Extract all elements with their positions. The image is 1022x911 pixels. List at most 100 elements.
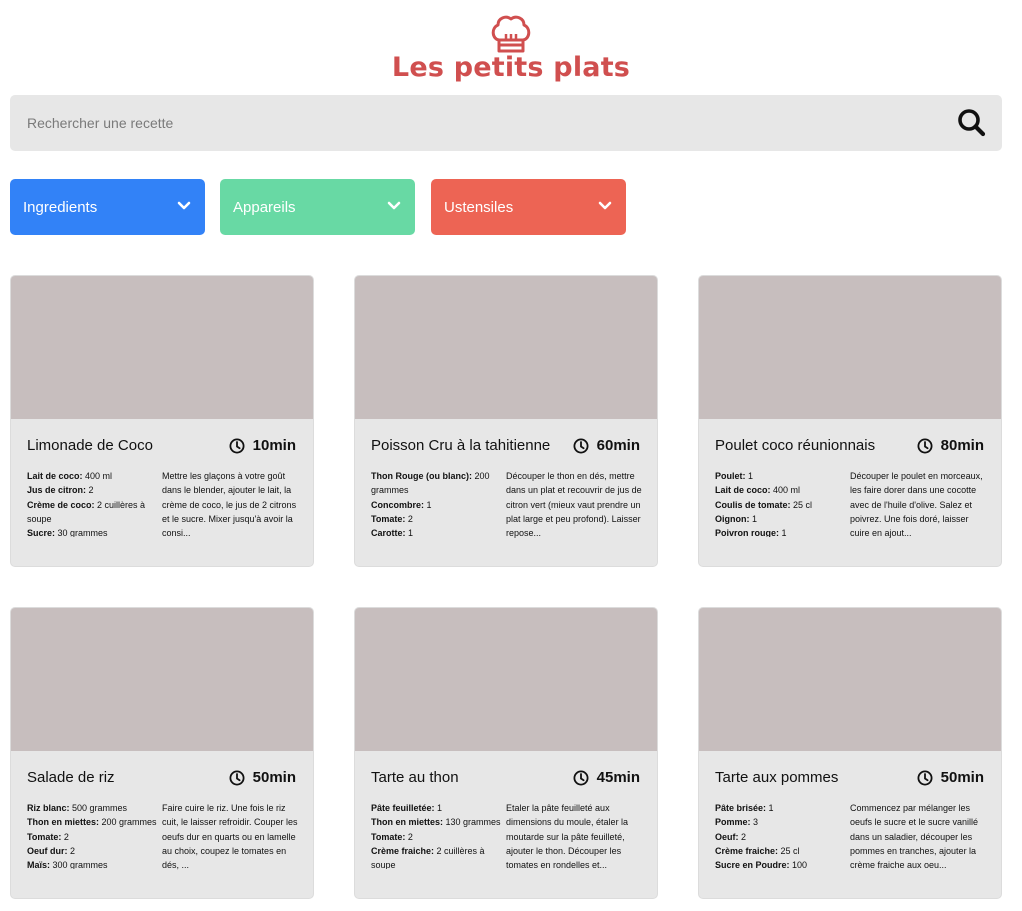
ingredient-line: Oeuf dur: 2 xyxy=(27,844,159,858)
ingredient-name: Carotte: xyxy=(371,528,406,537)
recipe-time: 80min xyxy=(917,437,984,454)
recipe-card[interactable]: Poisson Cru à la tahitienne 60min Thon R… xyxy=(354,275,658,567)
ingredient-name: Pâte brisée: xyxy=(715,803,767,813)
ingredient-line: Maïs: 300 grammes xyxy=(27,858,159,869)
recipe-ingredients: Poulet: 1 Lait de coco: 400 ml Coulis de t… xyxy=(715,469,847,537)
chef-hat-icon xyxy=(491,15,531,53)
ingredient-line: Riz blanc: 500 grammes xyxy=(27,801,159,815)
ingredient-quantity: 500 grammes xyxy=(69,803,128,813)
ingredient-name: Crème de coco: xyxy=(27,499,95,510)
ingredient-name: Pâte feuilletée: xyxy=(371,803,435,813)
recipe-time-value: 45min xyxy=(596,769,640,786)
ingredient-line: Pomme: 3 xyxy=(715,815,847,829)
recipe-time: 45min xyxy=(573,769,640,786)
ingredient-name: Poulet: xyxy=(715,471,746,481)
recipe-title: Limonade de Coco xyxy=(27,437,153,454)
ingredient-quantity: 1 xyxy=(749,513,758,524)
ingredient-name: Oeuf dur: xyxy=(27,845,68,856)
ingredient-quantity: 2 xyxy=(405,513,413,524)
ingredient-quantity: 1 xyxy=(434,803,443,813)
ingredient-quantity: 2 xyxy=(405,831,413,842)
recipe-time: 50min xyxy=(917,769,984,786)
appareils-filter-label: Appareils xyxy=(233,199,296,216)
ingredient-quantity: 200 grammes xyxy=(99,817,157,828)
ingredient-line: Concombre: 1 xyxy=(371,498,503,512)
ingredient-name: Lait de coco: xyxy=(715,485,771,496)
recipe-image xyxy=(355,608,657,751)
ingredient-name: Coulis de tomate: xyxy=(715,499,791,510)
header: Les petits plats xyxy=(0,14,1022,82)
recipe-time: 50min xyxy=(229,769,296,786)
clock-icon xyxy=(573,438,589,453)
ingredient-name: Pomme: xyxy=(715,817,751,828)
ingredient-quantity: 2 xyxy=(67,845,76,856)
ingredient-line: Pâte brisée: 1 xyxy=(715,801,847,815)
recipe-card[interactable]: Salade de riz 50min Riz blanc: 500 gramm… xyxy=(10,607,314,899)
ustensiles-filter-label: Ustensiles xyxy=(444,199,514,216)
ingredient-quantity: 1 xyxy=(779,528,787,537)
recipe-card[interactable]: Poulet coco réunionnais 80min Poulet: 1L… xyxy=(698,275,1002,567)
ingredient-line: Poivron rouge: 1 xyxy=(715,526,847,537)
ingredient-line: Carotte: 1 xyxy=(371,526,503,537)
recipe-description: Découper le thon en dés, mettre dans un … xyxy=(506,471,642,538)
ingredient-name: Tomate: xyxy=(371,513,406,524)
ingredient-name: Thon en miettes: xyxy=(27,817,100,828)
recipe-image xyxy=(355,276,657,419)
chevron-down-icon xyxy=(598,201,612,210)
recipe-image xyxy=(11,608,313,751)
recipe-ingredients: Pâte brisée: 1 Pomme: 3 Oeuf: 2 Crème fraic… xyxy=(715,801,847,869)
ustensiles-filter[interactable]: Ustensiles xyxy=(431,179,626,235)
ingredient-name: Thon en miettes: xyxy=(371,817,444,828)
ingredient-quantity: 3 xyxy=(750,817,759,828)
recipe-description: Faire cuire le riz. Une fois le riz cuit… xyxy=(162,803,298,870)
recipe-card[interactable]: Limonade de Coco 10min Lait de coco: 400… xyxy=(10,275,314,567)
search-icon[interactable] xyxy=(956,108,988,138)
ingredient-name: Crème fraiche: xyxy=(715,845,779,856)
recipe-card[interactable]: Tarte au thon 45min Pâte feuilletée: 1 Th… xyxy=(354,607,658,899)
ingredient-line: Oeuf: 2 xyxy=(715,830,847,844)
ingredient-line: Pâte feuilletée: 1 xyxy=(371,801,503,815)
ingredient-line: Tomate: 2 xyxy=(27,830,159,844)
recipe-title: Tarte aux pommes xyxy=(715,769,839,786)
chevron-down-icon xyxy=(387,201,401,210)
recipe-time-value: 60min xyxy=(596,437,640,454)
clock-icon xyxy=(917,770,933,785)
brand-title: Les petits plats xyxy=(391,52,631,83)
ingredient-name: Riz blanc: xyxy=(27,803,70,813)
ingredient-line: Crème fraiche: 2 cuillères à soupe xyxy=(371,844,503,869)
ingredient-quantity: 400 ml xyxy=(82,471,113,481)
ingredient-line: Tomate: 2 xyxy=(371,830,503,844)
recipe-ingredients: Lait de coco: 400 ml Jus de citron: 2 Crèm… xyxy=(27,469,159,537)
ingredient-quantity: 2 xyxy=(738,831,747,842)
recipe-card[interactable]: Tarte aux pommes 50min Pâte brisée: 1 Pom… xyxy=(698,607,1002,899)
clock-icon xyxy=(573,770,589,785)
ingredient-name: Oeuf: xyxy=(715,831,739,842)
ingredient-name: Tomate: xyxy=(27,831,62,842)
ingredient-quantity: 300 grammes xyxy=(50,860,108,869)
recipe-title: Tarte au thon xyxy=(371,769,459,786)
ingredient-line: Oignon: 1 xyxy=(715,512,847,526)
ingredient-name: Jus de citron: xyxy=(27,485,87,496)
recipe-ingredients: Thon Rouge (ou blanc): 200 grammes Concom… xyxy=(371,469,503,537)
recipe-description: Mettre les glaçons à votre goût dans le … xyxy=(162,471,297,538)
ingredient-line: Lait de coco: 400 ml xyxy=(715,483,847,497)
search-input[interactable] xyxy=(10,95,940,151)
recipe-title: Poulet coco réunionnais xyxy=(715,437,876,454)
ingredient-line: Sucre en Poudre: 100 grammes xyxy=(715,858,847,869)
ingredient-name: Lait de coco: xyxy=(27,471,83,481)
ingredient-quantity: 1 xyxy=(424,499,432,510)
recipe-ingredients: Pâte feuilletée: 1 Thon en miettes: 130 g… xyxy=(371,801,503,869)
ingredients-filter[interactable]: Ingredients xyxy=(10,179,205,235)
recipe-time-value: 50min xyxy=(940,769,984,786)
recipe-image xyxy=(699,276,1001,419)
ingredient-line: Thon en miettes: 200 grammes xyxy=(27,815,159,829)
recipe-title: Salade de riz xyxy=(27,769,115,786)
appareils-filter[interactable]: Appareils xyxy=(220,179,415,235)
recipe-image xyxy=(11,276,313,419)
ingredient-quantity: 30 grammes xyxy=(55,528,108,537)
ingredient-line: Poulet: 1 xyxy=(715,469,847,483)
ingredient-quantity: 130 grammes xyxy=(443,817,501,828)
ingredient-quantity: 25 cl xyxy=(790,499,813,510)
ingredients-filter-label: Ingredients xyxy=(23,199,98,216)
ingredient-quantity: 2 xyxy=(86,485,94,496)
